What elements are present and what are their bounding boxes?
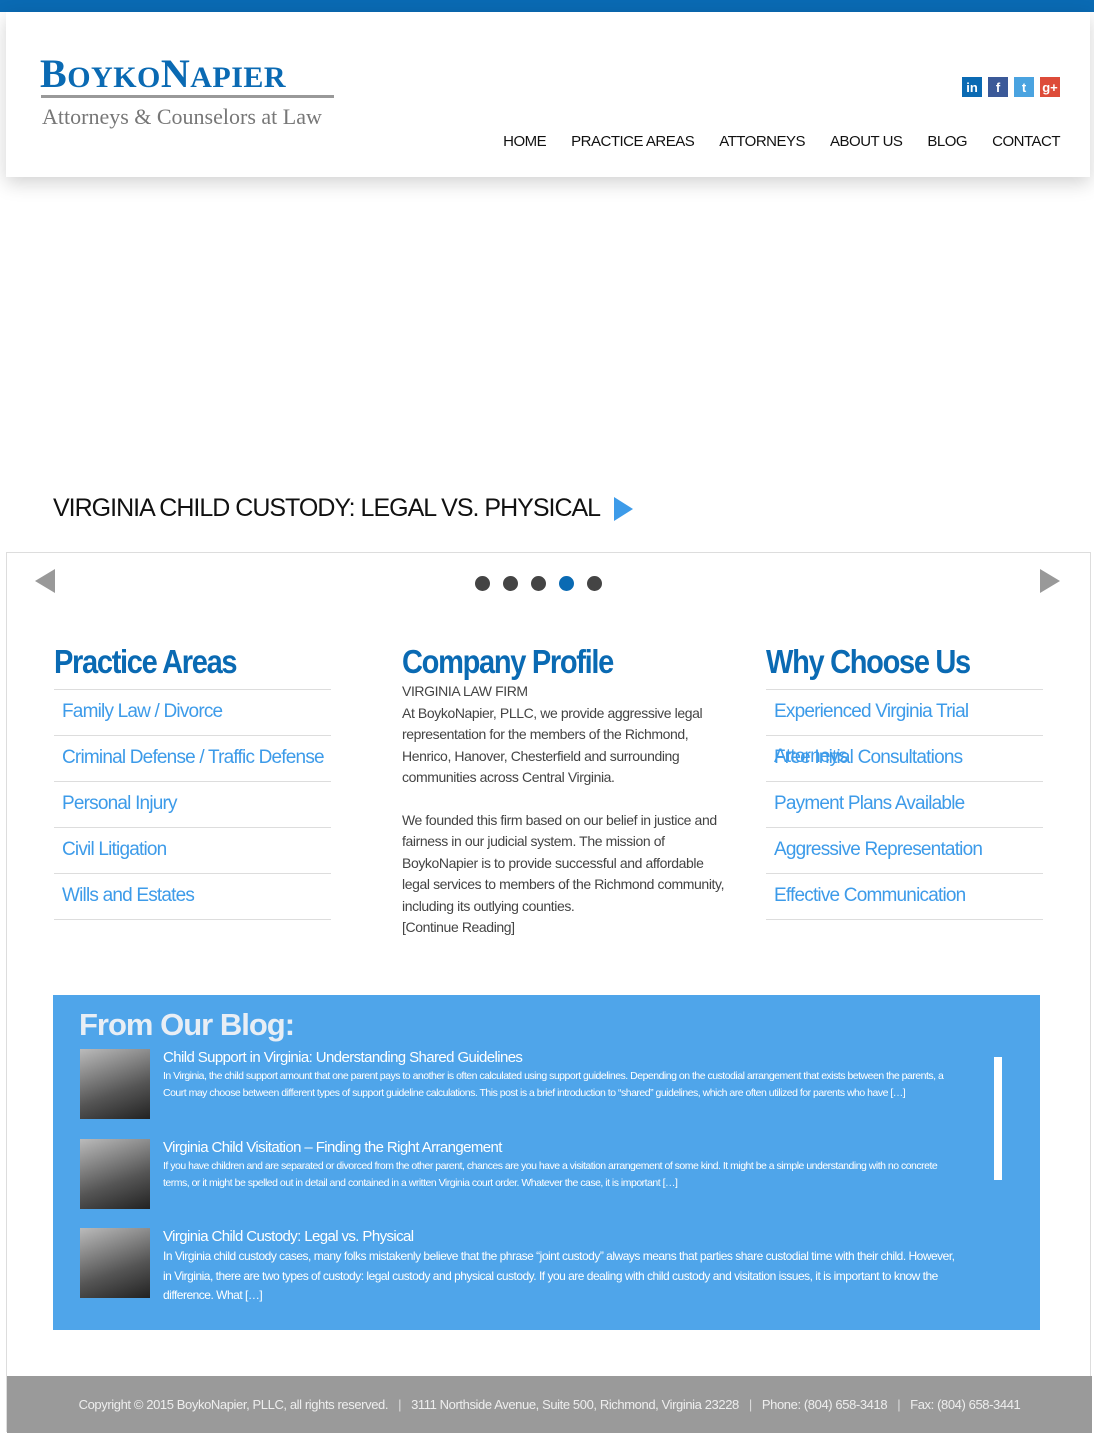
why-item[interactable]: Effective Communication	[774, 885, 966, 906]
blog-post: Virginia Child Visitation – Finding the …	[80, 1139, 960, 1209]
next-slide-arrow-icon[interactable]	[1040, 569, 1060, 593]
slide-title[interactable]: VIRGINIA CHILD CUSTODY: LEGAL VS. PHYSIC…	[53, 494, 601, 523]
logo-text: B	[40, 51, 68, 96]
why-choose-us-heading: Why Choose Us	[766, 643, 971, 680]
footer: Copyright © 2015 BoykoNapier, PLLC, all …	[7, 1376, 1092, 1433]
blog-thumbnail[interactable]	[80, 1139, 150, 1209]
nav-practice-areas[interactable]: PRACTICE AREAS	[571, 133, 695, 150]
prev-slide-arrow-icon[interactable]	[35, 569, 55, 593]
address: 3111 Northside Avenue, Suite 500, Richmo…	[411, 1397, 739, 1412]
slide-caption[interactable]: VIRGINIA CHILD CUSTODY: LEGAL VS. PHYSIC…	[53, 494, 634, 523]
blog-post: Virginia Child Custody: Legal vs. Physic…	[80, 1228, 960, 1306]
logo-text: APIER	[190, 61, 287, 94]
divider: |	[897, 1397, 901, 1412]
top-bar	[0, 0, 1094, 12]
copyright: Copyright © 2015 BoykoNapier, PLLC, all …	[78, 1397, 389, 1412]
slider-dot[interactable]	[587, 576, 602, 591]
logo-underline	[41, 95, 334, 98]
content-panel: Practice Areas Family Law / Divorce Crim…	[6, 552, 1092, 1433]
header: BOYKONAPIER Attorneys & Counselors at La…	[6, 12, 1090, 177]
linkedin-icon[interactable]: in	[962, 77, 982, 97]
profile-paragraph: At BoykoNapier, PLLC, we provide aggress…	[402, 704, 703, 786]
practice-item[interactable]: Wills and Estates	[62, 885, 195, 906]
why-item[interactable]: Aggressive Representation	[774, 839, 983, 860]
slider-dot[interactable]	[503, 576, 518, 591]
slider-dot[interactable]	[531, 576, 546, 591]
slider-dot[interactable]	[475, 576, 490, 591]
profile-paragraph: We founded this firm based on our belief…	[402, 811, 725, 914]
blog-post-title[interactable]: Virginia Child Visitation – Finding the …	[163, 1139, 960, 1156]
facebook-icon[interactable]: f	[988, 77, 1008, 97]
profile-subtitle: VIRGINIA LAW FIRM	[402, 683, 528, 699]
blog-thumbnail[interactable]	[80, 1228, 150, 1298]
why-item[interactable]: Free Initial Consultations	[774, 747, 963, 768]
practice-areas-heading: Practice Areas	[54, 643, 238, 680]
slider-dots	[475, 576, 602, 591]
logo-tagline: Attorneys & Counselors at Law	[42, 104, 322, 129]
company-profile-section: Company Profile VIRGINIA LAW FIRM At Boy…	[402, 643, 727, 939]
practice-item[interactable]: Family Law / Divorce	[62, 701, 223, 722]
divider: |	[398, 1397, 402, 1412]
practice-areas-section: Practice Areas Family Law / Divorce Crim…	[54, 643, 331, 920]
practice-item[interactable]: Personal Injury	[62, 793, 178, 814]
logo-text: OYKO	[67, 61, 161, 94]
main-nav: HOME PRACTICE AREAS ATTORNEYS ABOUT US B…	[503, 133, 1060, 150]
nav-attorneys[interactable]: ATTORNEYS	[719, 133, 805, 150]
company-profile-heading: Company Profile	[402, 643, 614, 680]
logo[interactable]: BOYKONAPIER	[40, 50, 286, 97]
social-links: in f t g+	[962, 77, 1060, 97]
blog-heading: From Our Blog:	[79, 1007, 295, 1042]
blog-post: Child Support in Virginia: Understanding…	[80, 1049, 960, 1119]
nav-about-us[interactable]: ABOUT US	[830, 133, 903, 150]
blog-post-excerpt: If you have children and are separated o…	[163, 1160, 938, 1189]
continue-reading-link[interactable]: [Continue Reading]	[402, 917, 727, 939]
blog-section: From Our Blog: Child Support in Virginia…	[53, 995, 1040, 1330]
phone[interactable]: Phone: (804) 658-3418	[762, 1397, 888, 1412]
blog-post-title[interactable]: Child Support in Virginia: Understanding…	[163, 1049, 960, 1066]
blog-scrollbar[interactable]	[994, 1057, 1002, 1180]
practice-item[interactable]: Civil Litigation	[62, 839, 167, 860]
blog-post-excerpt: In Virginia child custody cases, many fo…	[163, 1249, 955, 1302]
divider: |	[748, 1397, 752, 1412]
play-arrow-icon[interactable]	[614, 496, 634, 521]
slider-dot-active[interactable]	[559, 576, 574, 591]
why-choose-us-section: Why Choose Us Experienced Virginia Trial…	[766, 643, 1043, 920]
why-item[interactable]: Payment Plans Available	[774, 793, 965, 814]
blog-thumbnail[interactable]	[80, 1049, 150, 1119]
blog-post-title[interactable]: Virginia Child Custody: Legal vs. Physic…	[163, 1228, 960, 1245]
practice-item[interactable]: Criminal Defense / Traffic Defense	[62, 747, 325, 768]
logo-text: N	[160, 51, 191, 96]
twitter-icon[interactable]: t	[1014, 77, 1034, 97]
blog-post-excerpt: In Virginia, the child support amount th…	[163, 1070, 944, 1099]
google-plus-icon[interactable]: g+	[1040, 77, 1060, 97]
nav-contact[interactable]: CONTACT	[992, 133, 1060, 150]
nav-home[interactable]: HOME	[503, 133, 547, 150]
fax: Fax: (804) 658-3441	[910, 1397, 1021, 1412]
nav-blog[interactable]: BLOG	[927, 133, 967, 150]
